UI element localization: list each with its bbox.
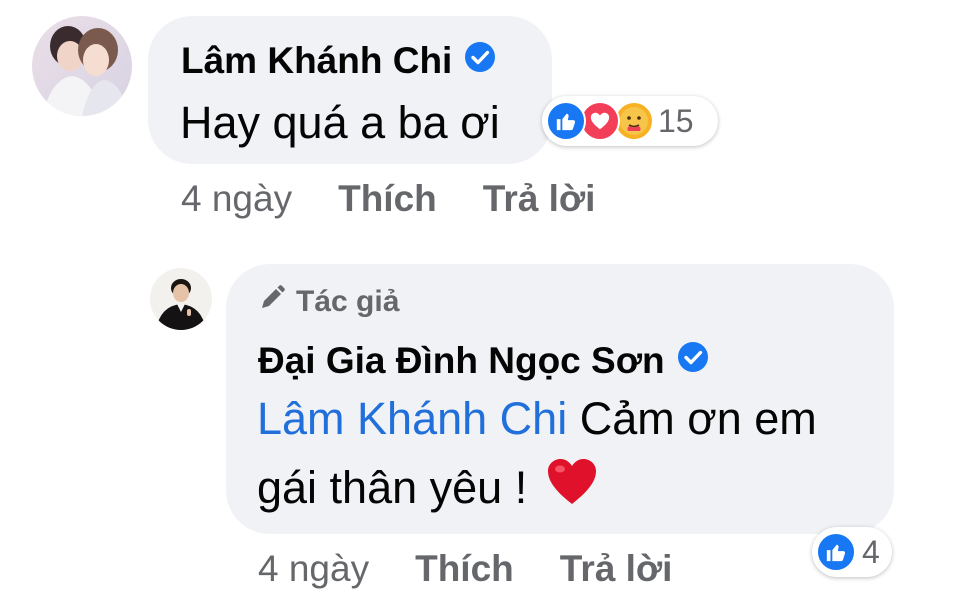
comment-reactions[interactable]: 15	[542, 96, 718, 146]
pencil-icon	[258, 284, 286, 320]
mention-link[interactable]: Lâm Khánh Chi	[257, 393, 567, 444]
comment-time[interactable]: 4 ngày	[181, 178, 292, 220]
reply-time[interactable]: 4 ngày	[258, 548, 369, 590]
comment-author-label: Lâm Khánh Chi	[181, 40, 453, 81]
reply-text-line-2: gái thân yêu !	[257, 458, 598, 517]
comment-text: Hay quá a ba ơi	[180, 97, 500, 148]
reply-reactions[interactable]: 4	[812, 527, 892, 577]
verified-badge-icon	[677, 340, 709, 382]
commenter-avatar[interactable]	[32, 16, 132, 116]
reply-reply-button[interactable]: Trả lời	[560, 548, 673, 590]
heart-emoji-icon	[546, 458, 598, 517]
care-icon	[614, 101, 654, 141]
reply-text-part-2: gái thân yêu !	[257, 461, 540, 513]
author-badge-label: Tác giả	[296, 285, 400, 318]
comment-like-button[interactable]: Thích	[338, 178, 437, 220]
reply-like-button[interactable]: Thích	[415, 548, 514, 590]
verified-badge-icon	[464, 40, 496, 82]
comment-reply-button[interactable]: Trả lời	[483, 178, 596, 220]
comment-reaction-count: 15	[658, 102, 694, 139]
reply-reaction-count: 4	[862, 533, 880, 570]
comment-author-name[interactable]: Lâm Khánh Chi	[181, 40, 496, 82]
reply-meta: 4 ngày Thích Trả lời	[258, 548, 672, 590]
reply-author-label: Đại Gia Đình Ngọc Sơn	[258, 340, 665, 381]
like-icon	[546, 101, 586, 141]
like-icon	[816, 532, 856, 572]
author-badge: Tác giả	[258, 284, 399, 320]
comment-meta: 4 ngày Thích Trả lời	[181, 178, 595, 220]
reply-author-name[interactable]: Đại Gia Đình Ngọc Sơn	[258, 340, 709, 382]
love-icon	[580, 101, 620, 141]
reply-author-avatar[interactable]	[150, 268, 212, 330]
reply-text-part-1: Cảm ơn em	[567, 393, 817, 444]
reply-text-line-1: Lâm Khánh Chi Cảm ơn em	[257, 393, 817, 445]
